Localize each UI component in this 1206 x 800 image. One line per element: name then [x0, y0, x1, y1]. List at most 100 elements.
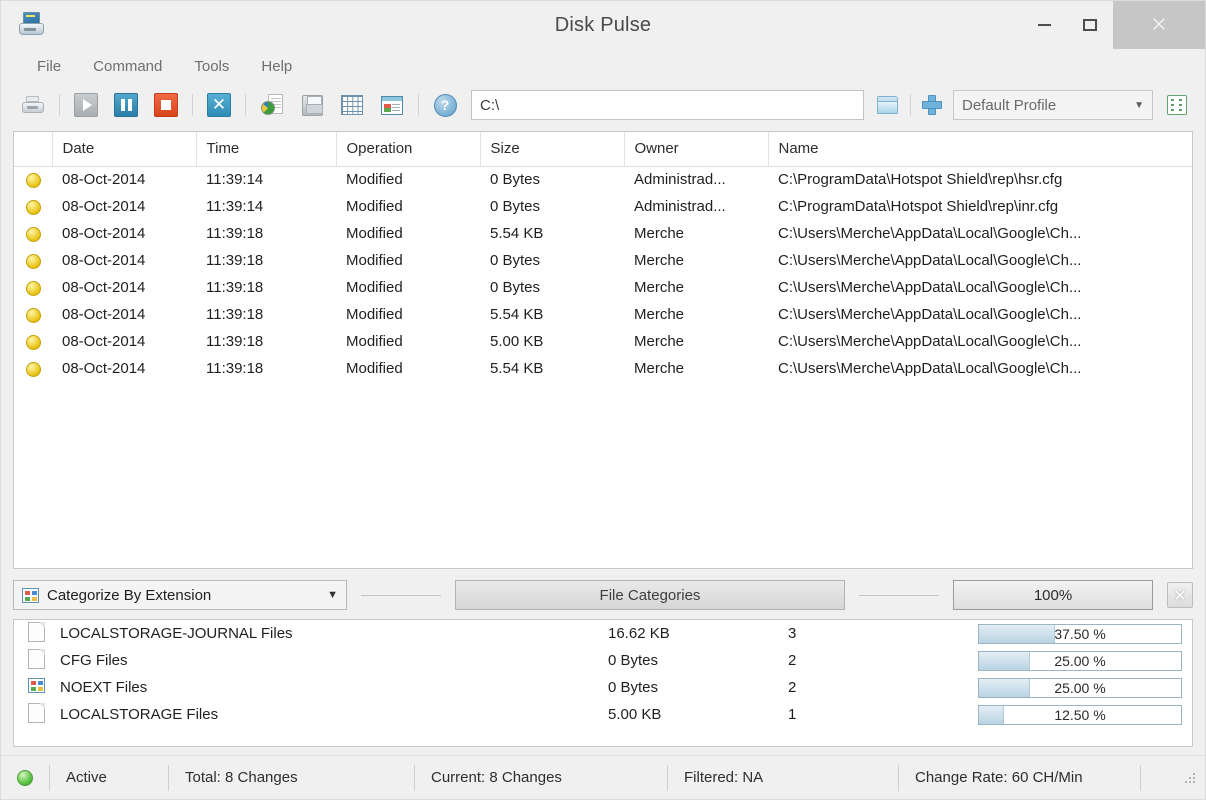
progress-bar-label: 25.00 %: [1054, 652, 1106, 669]
row-status-icon: [14, 220, 52, 247]
table-row[interactable]: 08-Oct-2014 11:39:18 Modified 5.00 KB Merche…: [14, 328, 1192, 355]
list-item[interactable]: CFG Files 0 Bytes 2 25.00 %: [14, 647, 1192, 674]
list-item[interactable]: LOCALSTORAGE Files 5.00 KB 1 12.50 %: [14, 701, 1192, 728]
save-button[interactable]: [295, 90, 329, 120]
toolbar-separator: [418, 94, 419, 116]
minimize-button[interactable]: [1021, 1, 1067, 49]
menu-item-command[interactable]: Command: [79, 54, 176, 79]
status-dot-icon: [25, 199, 41, 215]
column-header-time[interactable]: Time: [196, 132, 337, 167]
menu-item-tools[interactable]: Tools: [180, 54, 243, 79]
profile-options-button[interactable]: [1161, 90, 1193, 120]
close-icon: ✕: [1173, 585, 1187, 605]
cell-time: 11:39:18: [206, 252, 264, 269]
row-status-icon: [14, 193, 52, 220]
cell-date: 08-Oct-2014: [62, 252, 146, 269]
changes-list-panel: Date Time Operation Size Owner Name 08-O…: [13, 131, 1193, 569]
table-row[interactable]: 08-Oct-2014 11:39:14 Modified 0 Bytes Admini…: [14, 193, 1192, 220]
menu-item-help[interactable]: Help: [247, 54, 306, 79]
status-dot-icon: [25, 172, 41, 188]
close-button[interactable]: ×: [1113, 1, 1205, 49]
column-header-status[interactable]: [14, 132, 53, 167]
cell-name: C:\Users\Merche\AppData\Local\Google\Ch.…: [778, 252, 1082, 269]
table-row[interactable]: 08-Oct-2014 11:39:18 Modified 5.54 KB Merche…: [14, 355, 1192, 382]
pause-button[interactable]: [109, 90, 143, 120]
table-row[interactable]: 08-Oct-2014 11:39:18 Modified 5.54 KB Merche…: [14, 220, 1192, 247]
search-path-input[interactable]: [471, 90, 864, 120]
grid-button[interactable]: [335, 90, 369, 120]
category-icon-cell: [14, 701, 58, 728]
table-row[interactable]: 08-Oct-2014 11:39:18 Modified 0 Bytes Merche…: [14, 247, 1192, 274]
category-icon-cell: [14, 647, 58, 674]
category-size: 16.62 KB: [608, 625, 670, 642]
category-icon-cell: [14, 620, 58, 647]
resize-grip[interactable]: [1183, 771, 1197, 785]
column-header-name[interactable]: Name: [768, 132, 1192, 167]
cell-name: C:\Users\Merche\AppData\Local\Google\Ch.…: [778, 279, 1082, 296]
table-row[interactable]: 08-Oct-2014 11:39:18 Modified 5.54 KB Merche…: [14, 301, 1192, 328]
profile-select-value: Default Profile: [962, 96, 1057, 114]
toolbar-separator: [59, 94, 60, 116]
table-row[interactable]: 08-Oct-2014 11:39:18 Modified 0 Bytes Merche…: [14, 274, 1192, 301]
progress-bar-fill: [979, 678, 1030, 697]
cell-name: C:\ProgramData\Hotspot Shield\rep\inr.cf…: [778, 198, 1059, 215]
grid-icon: [341, 95, 363, 115]
column-header-date[interactable]: Date: [52, 132, 197, 167]
status-filtered: Filtered: NA: [684, 769, 764, 786]
cell-size: 5.54 KB: [490, 225, 544, 242]
list-options-icon: [1167, 95, 1187, 115]
play-icon: [74, 93, 98, 117]
column-header-size[interactable]: Size: [480, 132, 625, 167]
status-total: Total: 8 Changes: [185, 769, 298, 786]
category-name: NOEXT Files: [60, 679, 148, 696]
toolbar-separator: [910, 94, 911, 116]
profile-select[interactable]: Default Profile ▼: [953, 90, 1153, 120]
status-divider: [1140, 764, 1142, 791]
column-header-operation[interactable]: Operation: [336, 132, 481, 167]
plus-icon: [922, 95, 942, 115]
progress-bar: 12.50 %: [978, 704, 1182, 725]
category-name: CFG Files: [60, 652, 128, 669]
status-dot-icon: [25, 226, 41, 242]
report-button[interactable]: [255, 90, 289, 120]
maximize-button[interactable]: [1067, 1, 1113, 49]
cell-date: 08-Oct-2014: [62, 198, 146, 215]
add-button[interactable]: [917, 90, 947, 120]
status-dot-icon: [25, 280, 41, 296]
clear-button[interactable]: ✕: [202, 90, 236, 120]
cell-owner: Merche: [634, 306, 685, 323]
categorize-select[interactable]: Categorize By Extension ▼: [13, 580, 347, 610]
category-bar-cell: 37.50 %: [978, 620, 1192, 647]
cell-operation: Modified: [346, 333, 403, 350]
cell-owner: Merche: [634, 252, 685, 269]
status-dot-icon: [25, 253, 41, 269]
browse-folder-button[interactable]: [870, 90, 904, 120]
category-bar-cell: 25.00 %: [978, 647, 1192, 674]
list-item[interactable]: NOEXT Files 0 Bytes 2 25.00 %: [14, 674, 1192, 701]
printer-icon: [22, 96, 44, 114]
category-name: LOCALSTORAGE Files: [60, 706, 219, 723]
category-name: LOCALSTORAGE-JOURNAL Files: [60, 625, 293, 642]
toolbar-separator: [245, 94, 246, 116]
status-dot-icon: [25, 361, 41, 377]
progress-bar-label: 37.50 %: [1054, 625, 1106, 642]
status-current: Current: 8 Changes: [431, 769, 562, 786]
close-panel-button[interactable]: ✕: [1167, 582, 1193, 608]
cell-date: 08-Oct-2014: [62, 360, 146, 377]
cell-time: 11:39:14: [206, 198, 264, 215]
help-button[interactable]: ?: [428, 90, 462, 120]
menu-bar: File Command Tools Help: [1, 49, 1205, 83]
status-change-rate: Change Rate: 60 CH/Min: [915, 769, 1083, 786]
list-item[interactable]: LOCALSTORAGE-JOURNAL Files 16.62 KB 3 37.50…: [14, 620, 1192, 647]
database-button[interactable]: [375, 90, 409, 120]
cell-owner: Merche: [634, 360, 685, 377]
categories-panel: LOCALSTORAGE-JOURNAL Files 16.62 KB 3 37.50…: [13, 619, 1193, 747]
start-button[interactable]: [69, 90, 103, 120]
print-button[interactable]: [16, 90, 50, 120]
zoom-level[interactable]: 100%: [953, 580, 1153, 610]
menu-item-file[interactable]: File: [23, 54, 75, 79]
title-bar: Disk Pulse ×: [1, 1, 1205, 49]
table-row[interactable]: 08-Oct-2014 11:39:14 Modified 0 Bytes Admini…: [14, 166, 1192, 193]
column-header-owner[interactable]: Owner: [624, 132, 769, 167]
stop-button[interactable]: [149, 90, 183, 120]
